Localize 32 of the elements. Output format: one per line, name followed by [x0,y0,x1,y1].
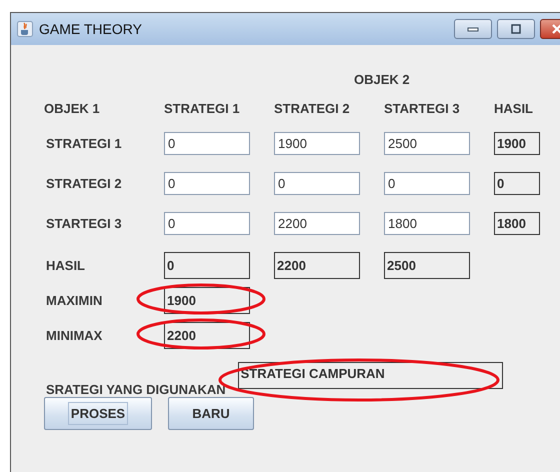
result-field: 1800 [494,212,540,235]
input-field[interactable]: 0 [384,172,470,195]
strategy-label: SRATEGI YANG DIGUNAKAN [46,382,226,397]
result-field: 0 [164,252,250,279]
input-field[interactable]: 0 [164,212,250,235]
column-heading: HASIL [494,101,534,116]
input-field[interactable]: 2200 [274,212,360,235]
column-heading: STRATEGI 1 [164,101,241,116]
row-label: MINIMAX [46,328,104,343]
action-button[interactable]: PROSES [44,397,152,430]
row-label: MAXIMIN [46,293,104,308]
input-field[interactable]: 0 [164,172,250,195]
column-heading: STRATEGI 2 [274,101,351,116]
strategy-field: STRATEGI CAMPURAN [238,362,503,389]
input-field[interactable]: 0 [164,132,250,155]
input-field[interactable]: 2500 [384,132,470,155]
column-heading: OBJEK 1 [44,101,101,116]
input-field[interactable]: 1900 [274,132,360,155]
input-field[interactable]: 1800 [384,212,470,235]
window-title: GAME THEORY [39,21,142,37]
row-label: STRATEGI 2 [46,176,123,191]
input-field[interactable]: 0 [274,172,360,195]
action-button[interactable]: BARU [168,397,254,430]
column-heading: STARTEGI 3 [384,101,461,116]
result-field: 2200 [274,252,360,279]
row-label: HASIL [46,258,86,273]
result-field: 1900 [494,132,540,155]
group-heading: OBJEK 2 [354,72,410,87]
row-label: STRATEGI 1 [46,136,123,151]
result-field: 0 [494,172,540,195]
row-label: STARTEGI 3 [46,216,123,231]
result-field: 2500 [384,252,470,279]
